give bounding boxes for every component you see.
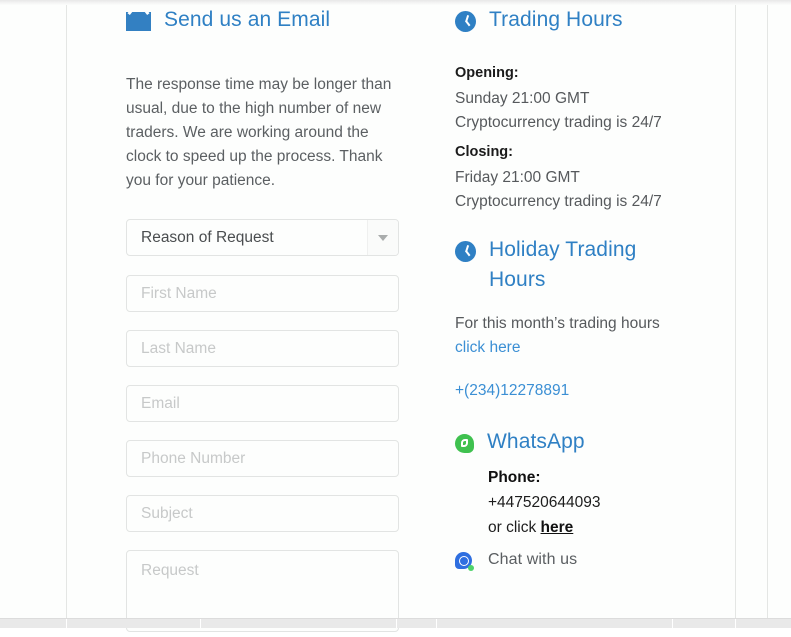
last-name-input[interactable] (126, 330, 399, 367)
trading-hours-heading: Trading Hours (455, 5, 735, 35)
whatsapp-icon (455, 434, 474, 453)
page-root: Send us an Email The response time may b… (0, 0, 791, 632)
first-name-input[interactable] (126, 275, 399, 312)
content-area: Send us an Email The response time may b… (67, 5, 735, 632)
opening-label: Opening: (455, 65, 519, 81)
response-time-paragraph: The response time may be longer than usu… (126, 76, 392, 189)
holiday-trading-hours-heading: Holiday Trading Hours (455, 235, 670, 295)
info-column: Trading Hours Opening: Sunday 21:00 GMT … (455, 5, 735, 571)
chevron-down-icon[interactable] (367, 220, 398, 255)
reason-of-request-select[interactable]: Reason of Request (126, 219, 399, 256)
send-email-heading-label: Send us an Email (164, 8, 331, 31)
chat-icon[interactable] (455, 552, 474, 571)
holiday-phone-link[interactable]: +(234)12278891 (455, 382, 569, 399)
trading-hours-heading-label: Trading Hours (489, 8, 623, 31)
whatsapp-details: Phone: +447520644093 or click here (455, 465, 735, 540)
opening-note: Cryptocurrency trading is 24/7 (455, 114, 662, 131)
subject-input[interactable] (126, 495, 399, 532)
whatsapp-phone-label: Phone: (488, 469, 541, 486)
holiday-trading-hours-heading-label: Holiday Trading Hours (489, 238, 637, 291)
chat-with-us-row[interactable]: Chat with us (455, 549, 735, 571)
whatsapp-or-click-prefix: or click (488, 519, 541, 536)
clock-icon (455, 241, 476, 262)
whatsapp-here-link[interactable]: here (541, 519, 574, 536)
whatsapp-heading-label: WhatsApp (487, 430, 585, 453)
whatsapp-or-click-row: or click here (488, 515, 735, 540)
closing-note: Cryptocurrency trading is 24/7 (455, 193, 662, 210)
email-input[interactable] (126, 385, 399, 422)
mail-icon (126, 12, 151, 31)
holiday-hours-click-here-link[interactable]: click here (455, 339, 520, 356)
opening-time: Sunday 21:00 GMT (455, 90, 590, 107)
contact-form: Reason of Request (126, 219, 416, 637)
email-column: Send us an Email The response time may b… (126, 5, 416, 637)
reason-of-request-value[interactable]: Reason of Request (126, 219, 399, 256)
layout-rule-right-inner (735, 5, 736, 619)
chat-with-us-label[interactable]: Chat with us (488, 549, 577, 571)
layout-rule-right-outer (767, 5, 768, 619)
closing-label: Closing: (455, 144, 513, 160)
bottom-edge-strip (0, 618, 791, 628)
clock-icon (455, 11, 476, 32)
closing-time: Friday 21:00 GMT (455, 169, 580, 186)
phone-number-input[interactable] (126, 440, 399, 477)
send-email-heading: Send us an Email (126, 5, 416, 35)
whatsapp-phone-number: +447520644093 (488, 494, 601, 511)
whatsapp-heading: WhatsApp (455, 427, 735, 457)
holiday-hours-description: For this month’s trading hours (455, 315, 660, 332)
